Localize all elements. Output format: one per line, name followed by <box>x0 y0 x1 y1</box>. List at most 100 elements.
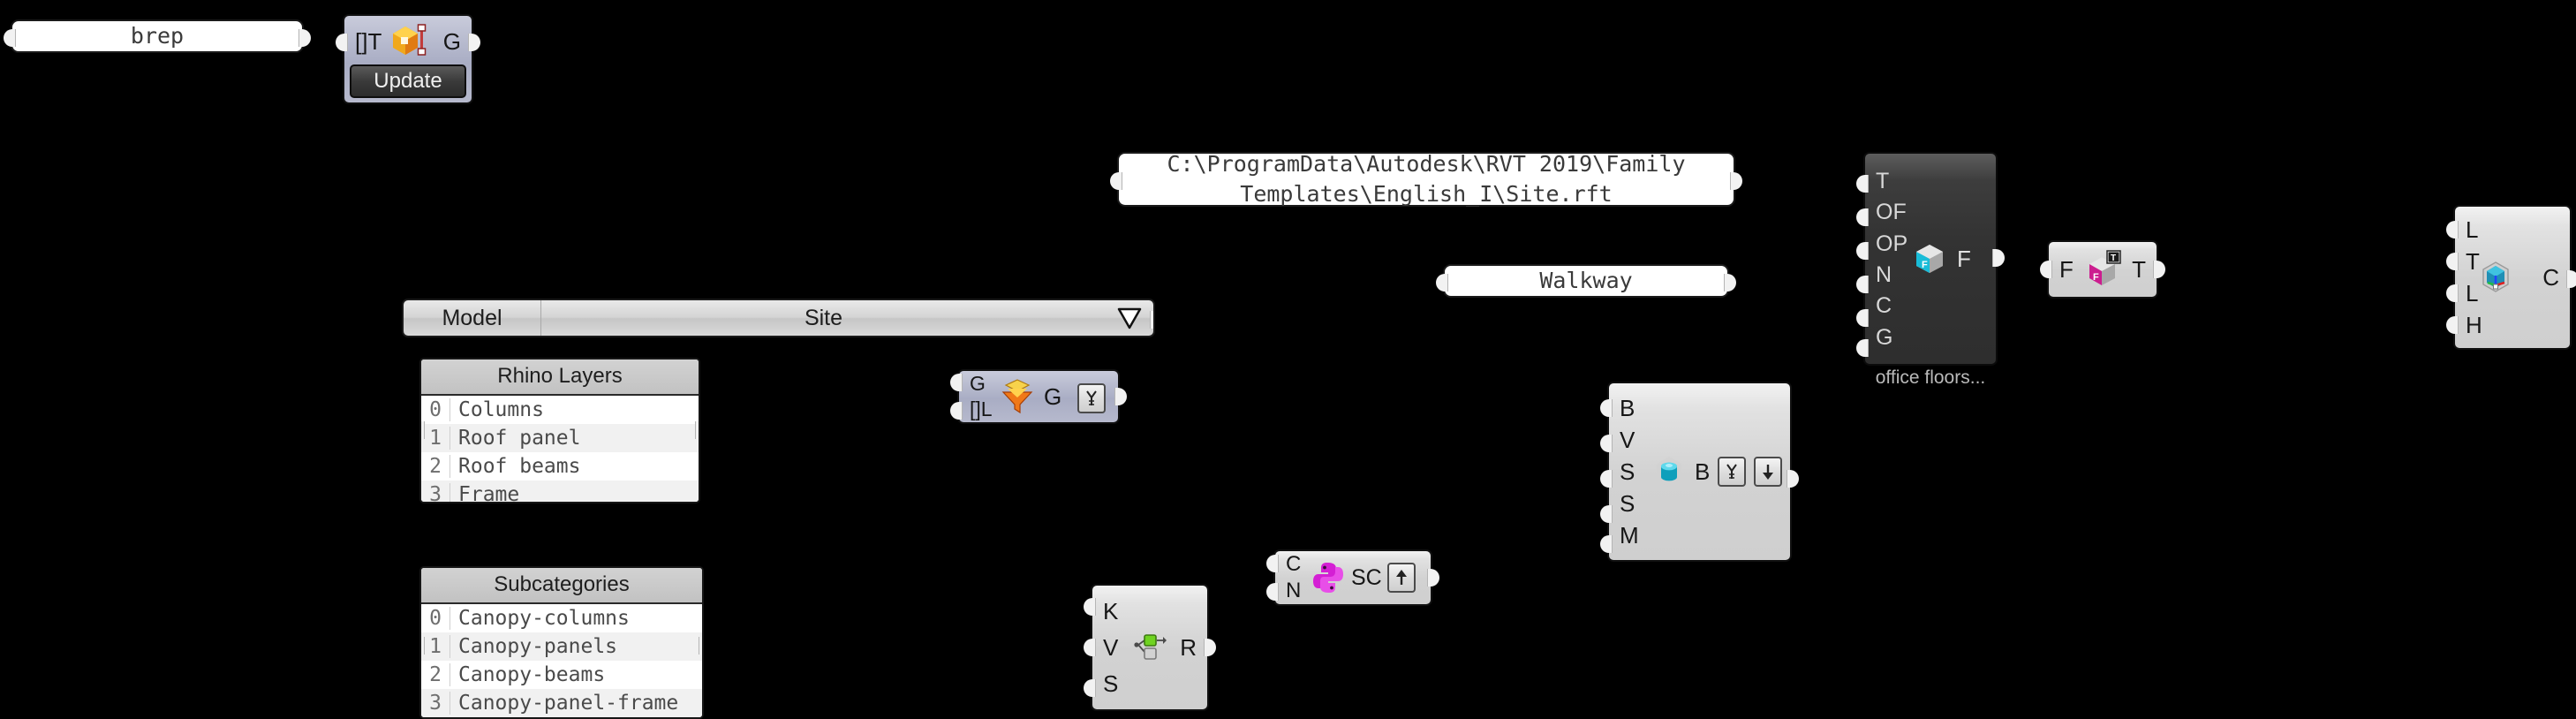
component-geometry-filter[interactable]: G []L G <box>950 369 1127 424</box>
grasshopper-canvas[interactable]: brep []T G Update C:\ProgramData\Autodes… <box>0 0 2576 719</box>
panel-walkway[interactable]: Walkway <box>1436 264 1736 298</box>
input-port-v[interactable] <box>1084 639 1096 656</box>
input-port[interactable] <box>4 29 16 47</box>
output-label: F <box>1957 245 1971 272</box>
output-label: B <box>1695 458 1711 485</box>
input-port[interactable] <box>1110 172 1122 190</box>
component-geometry-pipeline[interactable]: []T G Update <box>336 14 480 104</box>
input-port-t[interactable] <box>1856 175 1869 193</box>
orange-cube-icon <box>389 24 427 57</box>
input-port[interactable] <box>1436 274 1448 291</box>
input-port-h[interactable] <box>2446 316 2459 334</box>
input-port-v[interactable] <box>1600 435 1613 452</box>
input-port[interactable] <box>421 421 425 439</box>
list-item: 3 Canopy-panel-frame <box>421 689 702 717</box>
component-construct-plane[interactable]: L T L H C <box>2446 205 2576 350</box>
teal-hex-axis-icon <box>2477 259 2514 296</box>
value-list-category[interactable]: Model Site <box>402 299 1155 337</box>
svg-text:F: F <box>2093 272 2099 283</box>
input-port-n[interactable] <box>1266 583 1279 601</box>
output-label: SC <box>1351 564 1382 590</box>
panel-rows: 0 Canopy-columns 1 Canopy-panels 2 Canop… <box>421 604 702 717</box>
output-port[interactable] <box>695 421 699 439</box>
panel-text: C:\ProgramData\Autodesk\RVT 2019\Family … <box>1167 151 1686 207</box>
component-python-script[interactable]: C N SC <box>1266 549 1439 606</box>
row-index: 1 <box>421 635 450 658</box>
input-label: H <box>2466 312 2482 338</box>
input-port-l2[interactable] <box>2446 284 2459 302</box>
input-port-g[interactable] <box>950 374 963 391</box>
output-port[interactable] <box>1724 274 1736 291</box>
row-value: Frame <box>458 483 520 503</box>
input-port-c[interactable] <box>1266 555 1279 572</box>
output-port[interactable] <box>699 637 702 655</box>
component-member-pick[interactable]: K V S R <box>1084 584 1216 711</box>
input-port-op[interactable] <box>1856 242 1869 260</box>
component-office-floors[interactable]: T OF OP N C G F F office floors... <box>1856 152 2005 388</box>
input-label: S <box>1620 490 1635 517</box>
input-port-t[interactable] <box>2446 253 2459 270</box>
flatten-icon[interactable] <box>1754 457 1783 487</box>
output-port-sc[interactable] <box>1427 569 1439 587</box>
input-port-s1[interactable] <box>1600 470 1613 488</box>
input-port-s[interactable] <box>1084 679 1096 697</box>
list-item: 0 Canopy-columns <box>421 604 702 632</box>
input-port[interactable] <box>421 637 425 655</box>
panel-title: Rhino Layers <box>421 360 699 396</box>
input-label: S <box>1620 458 1635 485</box>
value-list-selected[interactable]: Site <box>541 300 1106 336</box>
input-port-l[interactable] <box>950 402 963 420</box>
row-index: 2 <box>421 663 450 686</box>
output-label: G <box>442 28 461 55</box>
input-label: []T <box>355 28 382 55</box>
input-label: B <box>1620 395 1635 421</box>
input-port-b[interactable] <box>1600 399 1613 417</box>
row-value: Roof panel <box>458 427 581 450</box>
graft-icon[interactable] <box>1718 457 1747 487</box>
input-port-t[interactable] <box>336 34 348 51</box>
svg-text:F: F <box>1922 260 1928 270</box>
input-label: L <box>2466 216 2479 243</box>
input-label: L <box>2466 280 2479 307</box>
output-port[interactable] <box>1150 311 1153 329</box>
row-value: Roof beams <box>458 455 581 478</box>
output-port-g[interactable] <box>468 34 480 51</box>
output-port-r[interactable] <box>1204 639 1216 656</box>
input-port-s2[interactable] <box>1600 505 1613 523</box>
output-port-c[interactable] <box>2566 270 2576 288</box>
output-label: C <box>2542 264 2559 291</box>
input-port-g[interactable] <box>1856 339 1869 357</box>
panel-rhino-layers[interactable]: Rhino Layers 0 Columns 1 Roof panel 2 Ro… <box>419 358 700 503</box>
output-port-b[interactable] <box>1787 470 1799 488</box>
row-value: Canopy-panel-frame <box>458 692 679 715</box>
input-label: N <box>1286 579 1302 602</box>
panel-text: brep <box>130 23 185 49</box>
graft-icon[interactable] <box>1077 383 1106 413</box>
input-port-of[interactable] <box>1856 208 1869 226</box>
update-button[interactable]: Update <box>350 64 466 98</box>
list-item: 1 Roof panel <box>421 424 699 452</box>
input-port-k[interactable] <box>1084 598 1096 616</box>
output-port[interactable] <box>1730 172 1742 190</box>
component-brep-cylinder[interactable]: B V S S M B <box>1600 382 1799 562</box>
output-port-g[interactable] <box>1114 388 1127 405</box>
output-port-f[interactable] <box>1992 249 2005 267</box>
panel-subcategories[interactable]: Subcategories 0 Canopy-columns 1 Canopy-… <box>419 566 704 719</box>
panel-brep[interactable]: brep <box>4 19 311 53</box>
triangle-down-icon[interactable] <box>1106 300 1153 336</box>
input-port-f[interactable] <box>2040 261 2052 278</box>
output-port[interactable] <box>298 29 311 47</box>
input-port-n[interactable] <box>1856 276 1869 293</box>
output-port-t[interactable] <box>2153 261 2165 278</box>
magenta-f-cube-icon: F T <box>2082 250 2123 289</box>
panel-family-template-path[interactable]: C:\ProgramData\Autodesk\RVT 2019\Family … <box>1110 151 1742 207</box>
svg-text:T: T <box>2111 254 2116 263</box>
input-port-m[interactable] <box>1600 535 1613 553</box>
input-port-l1[interactable] <box>2446 221 2459 238</box>
up-arrow-icon[interactable] <box>1386 563 1416 593</box>
component-family-to-type[interactable]: F T F T <box>2040 240 2165 299</box>
input-label: T <box>2466 248 2480 275</box>
input-port-c[interactable] <box>1856 309 1869 327</box>
component-caption: office floors... <box>1875 367 1986 388</box>
input-label: C <box>1876 293 1892 319</box>
